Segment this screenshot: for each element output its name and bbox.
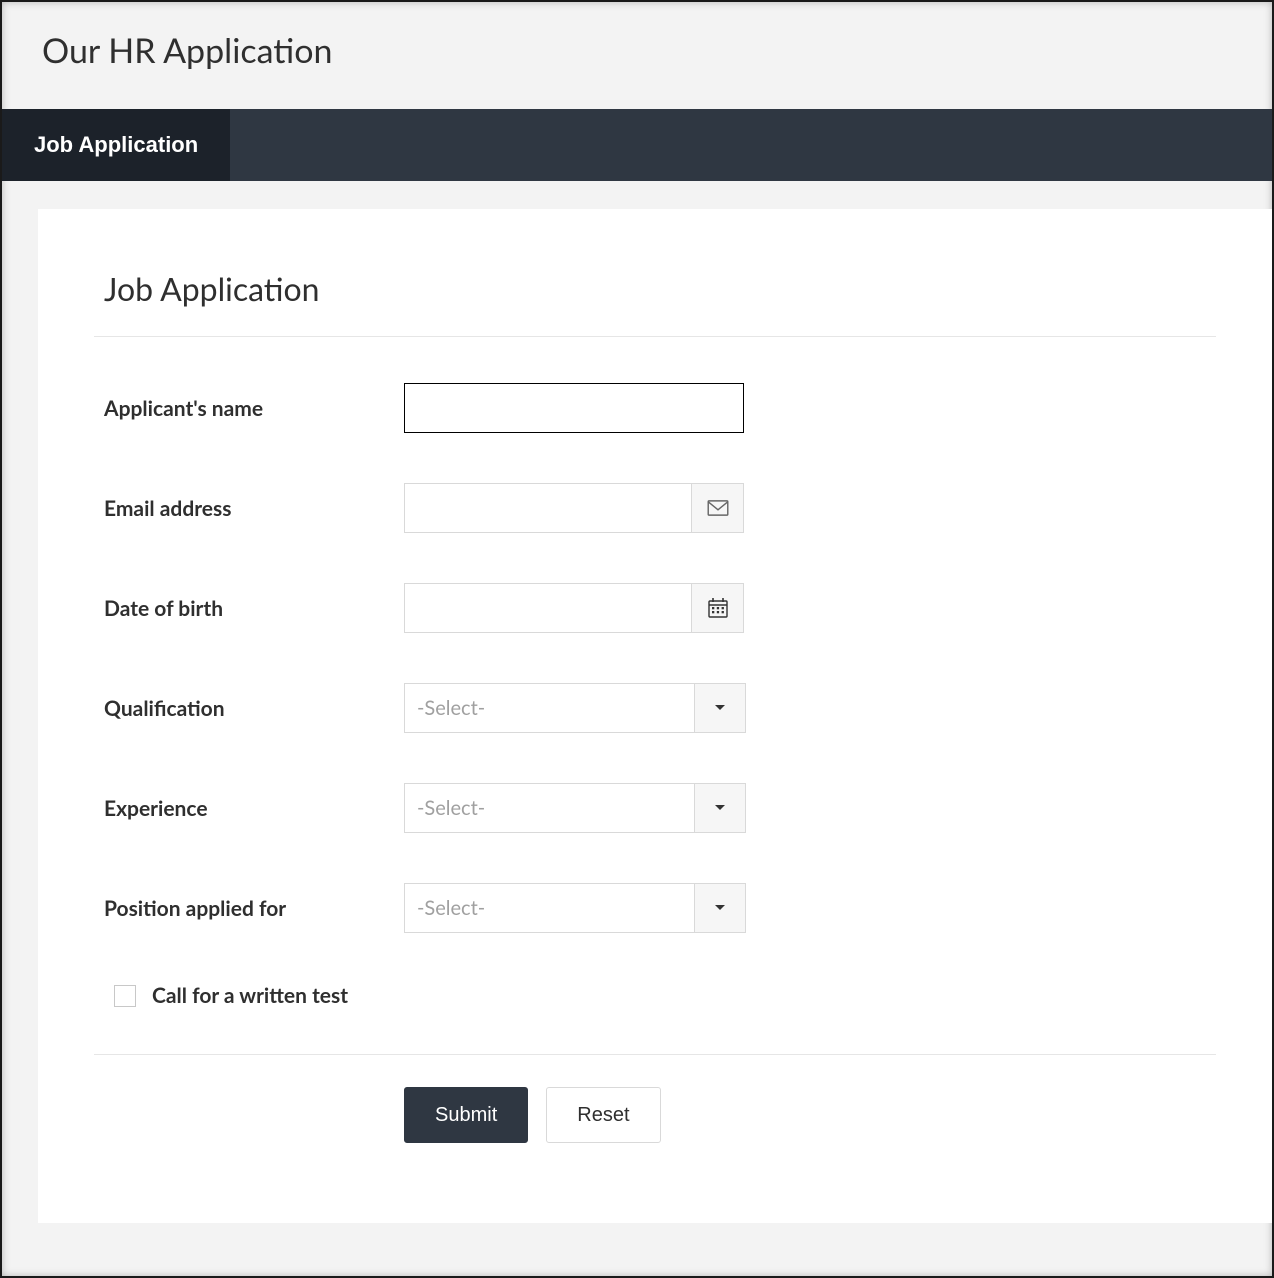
label-experience: Experience <box>104 796 404 821</box>
nav-bar: Job Application <box>2 109 1272 181</box>
header: Our HR Application <box>2 2 1272 109</box>
envelope-icon <box>692 483 744 533</box>
chevron-down-icon <box>694 883 746 933</box>
row-position: Position applied for -Select- <box>104 883 1206 933</box>
label-dob: Date of birth <box>104 596 404 621</box>
input-dob[interactable] <box>404 583 692 633</box>
select-position[interactable]: -Select- <box>404 883 746 933</box>
form-card: Job Application Applicant's name Email a… <box>38 209 1272 1223</box>
row-email: Email address <box>104 483 1206 533</box>
label-written-test: Call for a written test <box>152 983 348 1008</box>
label-applicant-name: Applicant's name <box>104 396 404 421</box>
label-email: Email address <box>104 496 404 521</box>
select-qualification-value: -Select- <box>417 696 485 720</box>
select-position-value: -Select- <box>417 896 485 920</box>
input-email[interactable] <box>404 483 692 533</box>
content-area: Job Application Applicant's name Email a… <box>2 181 1272 1223</box>
reset-button[interactable]: Reset <box>546 1087 660 1143</box>
row-qualification: Qualification -Select- <box>104 683 1206 733</box>
divider <box>94 336 1216 337</box>
row-dob: Date of birth <box>104 583 1206 633</box>
submit-button[interactable]: Submit <box>404 1087 528 1143</box>
app-window: Our HR Application Job Application Job A… <box>0 0 1274 1278</box>
select-experience[interactable]: -Select- <box>404 783 746 833</box>
row-applicant-name: Applicant's name <box>104 383 1206 433</box>
button-row: Submit Reset <box>104 1087 1206 1143</box>
row-experience: Experience -Select- <box>104 783 1206 833</box>
chevron-down-icon <box>694 783 746 833</box>
app-title: Our HR Application <box>42 30 1232 71</box>
tab-job-application[interactable]: Job Application <box>2 109 230 181</box>
input-applicant-name[interactable] <box>404 383 744 433</box>
checkbox-written-test[interactable] <box>114 985 136 1007</box>
chevron-down-icon <box>694 683 746 733</box>
calendar-icon[interactable] <box>692 583 744 633</box>
divider <box>94 1054 1216 1055</box>
label-position: Position applied for <box>104 896 404 921</box>
select-experience-value: -Select- <box>417 796 485 820</box>
row-written-test: Call for a written test <box>114 983 1206 1008</box>
form-title: Job Application <box>104 269 1206 308</box>
label-qualification: Qualification <box>104 696 404 721</box>
select-qualification[interactable]: -Select- <box>404 683 746 733</box>
